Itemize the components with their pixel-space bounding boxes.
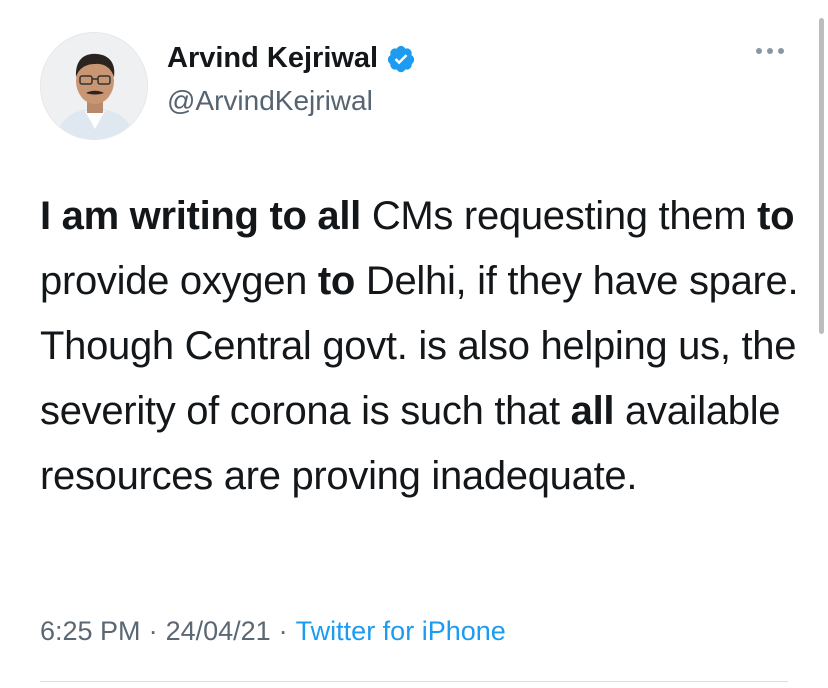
- divider: [40, 681, 788, 682]
- tweet-text: I am writing to all CMs requesting them …: [40, 184, 800, 509]
- meta-separator: ·: [278, 616, 288, 646]
- tweet-source-link[interactable]: Twitter for iPhone: [296, 616, 506, 647]
- tweet-meta: 6:25 PM · 24/04/21 · Twitter for iPhone: [40, 616, 506, 647]
- avatar[interactable]: [40, 32, 148, 140]
- tweet-text-bold: I am writing to all: [40, 194, 361, 238]
- tweet-text-bold: to: [317, 259, 356, 303]
- user-handle[interactable]: @ArvindKejriwal: [167, 85, 373, 117]
- display-name-row[interactable]: Arvind Kejriwal: [167, 42, 416, 75]
- tweet-time[interactable]: 6:25 PM: [40, 616, 141, 647]
- avatar-image: [41, 33, 147, 139]
- scrollbar[interactable]: [819, 18, 824, 334]
- tweet-date[interactable]: 24/04/21: [166, 616, 271, 647]
- tweet-text-bold: to: [757, 194, 795, 238]
- tweet-text-segment: CMs requesting them: [361, 194, 758, 238]
- tweet-card: Arvind Kejriwal @ArvindKejriwal I am wri…: [0, 0, 828, 688]
- more-options-icon[interactable]: [756, 48, 784, 54]
- display-name[interactable]: Arvind Kejriwal: [167, 42, 378, 75]
- tweet-text-bold: all: [570, 389, 615, 433]
- verified-badge-icon: [386, 44, 416, 74]
- tweet-text-segment: provide oxygen: [40, 259, 318, 303]
- meta-separator: ·: [148, 616, 158, 646]
